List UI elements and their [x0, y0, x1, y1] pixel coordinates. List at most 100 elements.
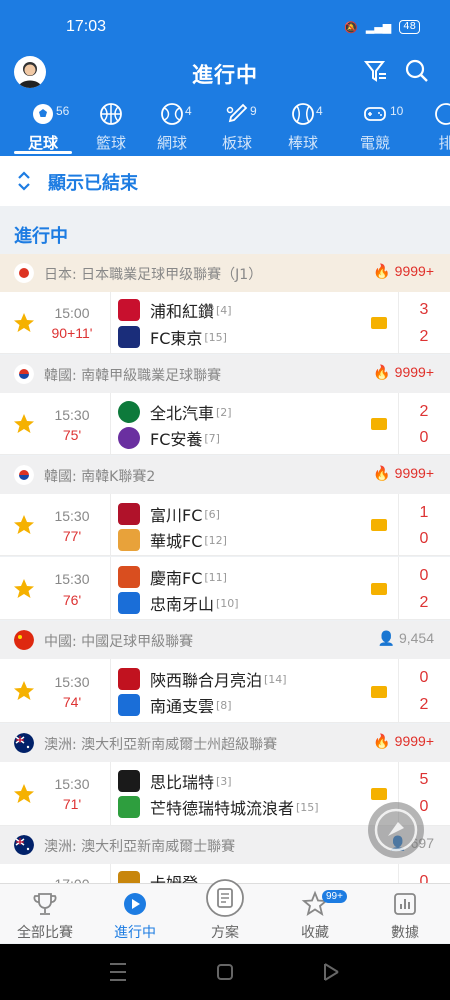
nav-data[interactable]: 數據	[360, 884, 450, 944]
search-icon[interactable]	[404, 58, 430, 84]
match-row[interactable]: 15:30 77' 富川FC [6] 華城FC [12] 1 0	[0, 494, 450, 556]
people-icon: 👤	[377, 630, 396, 646]
nav-plans[interactable]: 方案	[180, 879, 270, 944]
live-video-icon[interactable]	[371, 519, 387, 531]
korea-flag-icon	[14, 364, 34, 384]
play-circle-icon	[124, 893, 146, 915]
divider	[398, 557, 399, 620]
team-logo	[118, 401, 140, 423]
nav-live[interactable]: 進行中	[90, 884, 180, 944]
team-name: 陝西聯合月亮泊	[150, 671, 263, 690]
tab-volleyball[interactable]: 排	[426, 100, 450, 156]
favorite-star-icon[interactable]	[12, 513, 36, 537]
away-score: 2	[419, 594, 429, 611]
away-team: 芒特德瑞特城流浪者 [15]	[118, 795, 319, 819]
nav-favorites[interactable]: 99+ 收藏	[270, 884, 360, 944]
sport-tabs: 56 足球 籃球 4 網球 9 板球 4 棒球 10 電競 排	[0, 100, 450, 156]
battery-icon: 48	[399, 20, 420, 34]
tab-count: 9	[250, 104, 257, 118]
team-rank: [15]	[296, 800, 319, 814]
menu-icon[interactable]	[110, 963, 126, 981]
favorite-star-icon[interactable]	[12, 679, 36, 703]
live-video-icon[interactable]	[371, 788, 387, 800]
league-header[interactable]: 中國: 中國足球甲級聯賽 👤 9,454	[0, 621, 450, 659]
tab-label: 網球	[156, 134, 187, 152]
home-icon[interactable]	[217, 964, 233, 980]
bar-chart-icon	[394, 893, 416, 915]
divider	[398, 659, 399, 723]
tab-basketball[interactable]: 籃球	[82, 100, 140, 156]
heat-count: 🔥 9999+	[373, 733, 434, 750]
section-title: 進行中	[14, 226, 68, 247]
australia-flag-icon	[14, 733, 34, 753]
team-name: 浦和紅鑽	[150, 302, 215, 321]
show-ended-toggle[interactable]: 顯示已結束	[0, 156, 450, 206]
tab-baseball[interactable]: 4 棒球	[274, 100, 332, 156]
nav-label: 收藏	[301, 925, 329, 941]
team-rank: [15]	[204, 330, 227, 344]
floating-action-button[interactable]	[368, 802, 424, 858]
tab-label: 棒球	[287, 134, 318, 152]
match-time: 15:30	[54, 776, 90, 792]
away-team: 南通支雲 [8]	[118, 693, 232, 717]
league-header[interactable]: 韓國: 南韓K聯賽2 🔥 9999+	[0, 456, 450, 494]
team-name: 富川FC	[150, 506, 203, 525]
league-header[interactable]: 澳洲: 澳大利亞新南威爾士州超級聯賽 🔥 9999+	[0, 724, 450, 762]
team-rank: [11]	[204, 570, 227, 584]
live-video-icon[interactable]	[371, 317, 387, 329]
home-team: 思比瑞特 [3]	[118, 769, 232, 793]
match-row[interactable]: 15:30 74' 陝西聯合月亮泊 [14] 南通支雲 [8] 0 2	[0, 659, 450, 723]
app-header: 17:03 🔕 ▂▄▆ 48 進行中 56 足球 籃球 4 網球 9 板球 4 …	[0, 0, 450, 156]
tab-soccer[interactable]: 56 足球	[14, 100, 72, 156]
team-logo	[118, 529, 140, 551]
match-row[interactable]: 15:30 76' 慶南FC [11] 忠南牙山 [10] 0 2	[0, 557, 450, 620]
korea-flag-icon	[14, 465, 34, 485]
status-bar: 17:03 🔕 ▂▄▆ 48	[0, 0, 450, 52]
match-minute: 76'	[62, 592, 82, 608]
team-name: 芒特德瑞特城流浪者	[150, 799, 295, 818]
team-rank: [2]	[216, 405, 232, 419]
team-rank: [3]	[216, 774, 232, 788]
tab-label: 板球	[221, 134, 252, 152]
match-time: 15:00	[54, 305, 90, 321]
heat-count: 👤 9,454	[378, 630, 434, 647]
away-team: FC東京 [15]	[118, 325, 227, 349]
filter-icon[interactable]	[363, 58, 389, 84]
match-row[interactable]: 15:00 90+11' 浦和紅鑽 [4] FC東京 [15] 3 2	[0, 292, 450, 354]
japan-flag-icon	[14, 263, 34, 283]
league-header[interactable]: 韓國: 南韓甲級職業足球聯賽 🔥 9999+	[0, 355, 450, 393]
team-name: 南通支雲	[150, 697, 215, 716]
team-rank: [6]	[204, 507, 220, 521]
team-rank: [7]	[204, 431, 220, 445]
nav-all-matches[interactable]: 全部比賽	[0, 884, 90, 944]
match-minute: 90+11'	[51, 325, 93, 341]
tab-label: 籃球	[95, 134, 126, 152]
team-name: 思比瑞特	[150, 773, 215, 792]
team-rank: [4]	[216, 303, 232, 317]
back-icon[interactable]	[324, 963, 339, 981]
divider	[110, 762, 111, 826]
tab-count: 56	[56, 104, 70, 118]
soccer-ball-icon	[33, 104, 53, 124]
tab-cricket[interactable]: 9 板球	[208, 100, 266, 156]
away-score: 0	[419, 429, 429, 446]
home-team: 慶南FC [11]	[118, 565, 227, 589]
favorite-star-icon[interactable]	[12, 782, 36, 806]
favorite-star-icon[interactable]	[12, 577, 36, 601]
live-video-icon[interactable]	[371, 418, 387, 430]
match-time: 15:30	[54, 407, 90, 423]
team-logo	[118, 592, 140, 614]
league-header[interactable]: 日本: 日本職業足球甲级聯賽（J1） 🔥 9999+	[0, 254, 450, 292]
china-flag-icon	[14, 630, 34, 650]
fire-icon: 🔥	[373, 733, 391, 749]
divider	[110, 494, 111, 556]
tab-label: 電競	[359, 134, 390, 152]
tab-tennis[interactable]: 4 網球	[143, 100, 201, 156]
live-video-icon[interactable]	[371, 686, 387, 698]
tab-esports[interactable]: 10 電競	[346, 100, 404, 156]
volleyball-icon	[435, 103, 450, 125]
live-video-icon[interactable]	[371, 583, 387, 595]
match-row[interactable]: 15:30 75' 全北汽車 [2] FC安養 [7] 2 0	[0, 393, 450, 455]
favorite-star-icon[interactable]	[12, 412, 36, 436]
favorite-star-icon[interactable]	[12, 311, 36, 335]
